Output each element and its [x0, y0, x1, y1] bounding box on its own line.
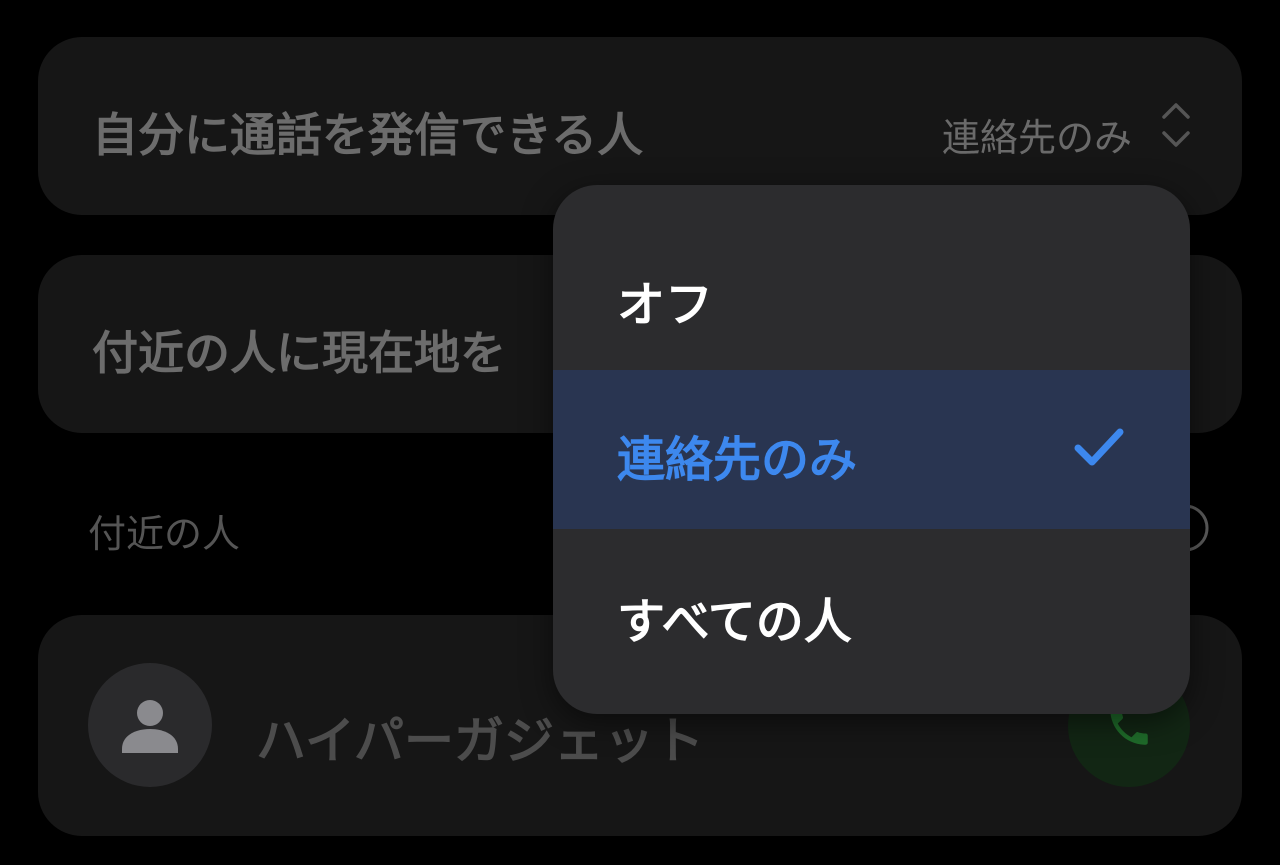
dropdown-option-off[interactable]: オフ	[553, 213, 1190, 373]
dropdown-option-contacts-only[interactable]: 連絡先のみ	[553, 370, 1190, 529]
dropdown-option-everyone[interactable]: すべての人	[553, 530, 1190, 690]
location-sharing-label: 付近の人に現在地を	[92, 326, 506, 380]
call-permission-value[interactable]: 連絡先のみ	[942, 107, 1132, 162]
avatar	[88, 663, 212, 787]
call-permission-label: 自分に通話を発信できる人	[92, 108, 644, 162]
chevron-up-down-icon[interactable]	[1158, 99, 1194, 151]
person-icon	[122, 700, 178, 753]
option-label: オフ	[617, 277, 714, 333]
permission-dropdown-menu: オフ 連絡先のみ すべての人	[553, 185, 1190, 714]
option-label: 連絡先のみ	[617, 432, 858, 488]
nearby-section-header: 付近の人	[88, 512, 241, 556]
checkmark-icon	[1073, 426, 1125, 470]
privacy-settings-screen: 自分に通話を発信できる人 連絡先のみ 付近の人に現在地を 付近の人 ハイパーガジ…	[0, 0, 1280, 865]
option-label: すべての人	[617, 594, 852, 650]
